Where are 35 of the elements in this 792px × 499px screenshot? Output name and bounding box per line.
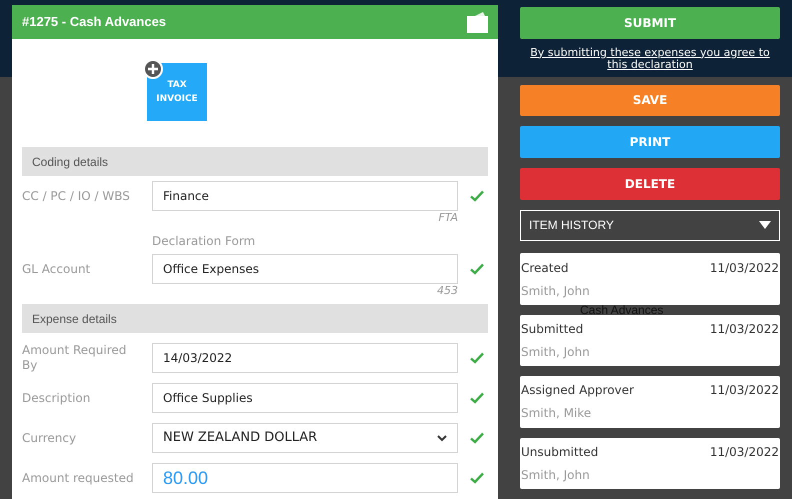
- history-user: Smith, John: [521, 344, 591, 361]
- field-label: Amount Required By: [22, 343, 128, 373]
- field-label: CC / PC / IO / WBS: [22, 188, 131, 204]
- field-hint: 453: [437, 284, 458, 298]
- section-header: Coding details: [22, 147, 488, 176]
- input-field[interactable]: Finance: [152, 181, 458, 211]
- caret-down-icon: [759, 221, 771, 230]
- currency-select[interactable]: NEW ZEALAND DOLLAR: [152, 423, 458, 453]
- history-event: Submitted: [521, 320, 584, 338]
- history-date: 11/03/2022: [710, 444, 779, 461]
- input-field[interactable]: Office Expenses: [152, 254, 458, 284]
- field-label: Amount requested: [22, 470, 135, 486]
- history-event: Created: [521, 260, 568, 277]
- history-dropdown[interactable]: ITEM HISTORY: [520, 210, 780, 242]
- section-header: Expense details: [22, 304, 488, 333]
- wallet-icon: [466, 11, 488, 33]
- history-event: Unsubmitted: [521, 444, 598, 461]
- chevron-down-icon: [437, 434, 447, 442]
- field-label: Description: [22, 390, 92, 406]
- history-user: Smith, Mike: [521, 405, 592, 422]
- history-date: 11/03/2022: [710, 382, 779, 400]
- field-hint: FTA: [438, 211, 458, 225]
- history-date: 11/03/2022: [710, 260, 779, 277]
- field-label: GL Account: [22, 262, 92, 276]
- field-label: Currency: [22, 430, 78, 446]
- delete-button[interactable]: DELETE: [520, 168, 780, 200]
- field-note: Declaration Form: [152, 235, 256, 248]
- history-user: Smith, John: [521, 282, 591, 300]
- input-field[interactable]: 14/03/2022: [152, 343, 458, 373]
- history-date: 11/03/2022: [710, 320, 779, 338]
- declaration-link[interactable]: By submitting these expenses you agree to this declaration: [520, 46, 780, 71]
- dialog-title: #1275 - Cash Advances: [22, 13, 166, 32]
- input-field[interactable]: Office Supplies: [152, 383, 458, 413]
- history-user: Smith, John: [521, 466, 591, 484]
- history-event: Assigned Approver: [521, 382, 634, 400]
